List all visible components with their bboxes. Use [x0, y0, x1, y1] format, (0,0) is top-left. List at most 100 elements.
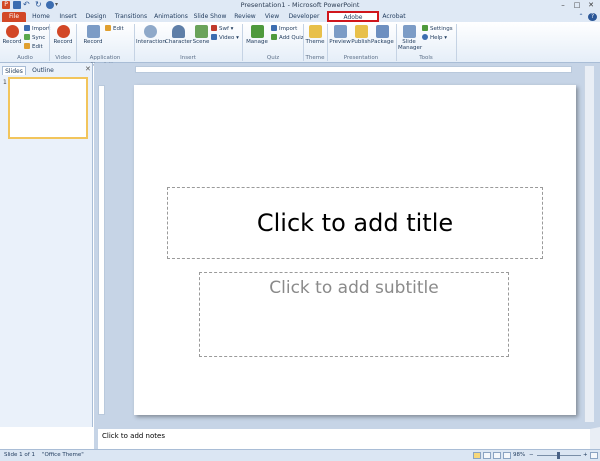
tab-animations[interactable]: Animations: [154, 12, 188, 22]
slide-editor: Click to add title Click to add subtitle: [94, 63, 600, 427]
tab-slides[interactable]: Slides: [2, 66, 26, 75]
scene-label: Scene: [192, 39, 210, 45]
group-presentation: Presentation: [343, 55, 379, 61]
zoom-level[interactable]: 98%: [513, 450, 525, 461]
audio-import-label: Import: [32, 26, 51, 32]
ribbon-separator: [49, 24, 50, 61]
reading-view-icon[interactable]: [493, 452, 501, 459]
group-quiz: Quiz: [266, 55, 280, 61]
ribbon-tabs: File Home Insert Design Transitions Anim…: [0, 11, 600, 31]
swf-button[interactable]: Swf ▾: [211, 25, 233, 33]
ribbon-separator: [242, 24, 243, 61]
package-label: Package: [371, 39, 394, 45]
maximize-button[interactable]: □: [570, 0, 584, 10]
subtitle-placeholder[interactable]: Click to add subtitle: [199, 272, 509, 357]
appsim-record-button[interactable]: Record: [82, 25, 104, 45]
insert-video-label: Video: [219, 35, 235, 41]
tab-view[interactable]: View: [262, 12, 282, 22]
tab-design[interactable]: Design: [84, 12, 108, 22]
publish-icon: [354, 25, 368, 38]
close-button[interactable]: ✕: [584, 0, 598, 10]
ribbon-separator: [396, 24, 397, 61]
theme-icon: [308, 25, 322, 38]
group-application-simulation: Application Simulation: [89, 55, 121, 68]
add-quiz-label: Add Quiz: [279, 35, 304, 41]
character-button[interactable]: Character: [165, 25, 193, 45]
ribbon-separator: [456, 24, 457, 61]
help-icon[interactable]: ?: [588, 13, 597, 21]
window-title: Presentation1 - Microsoft PowerPoint: [240, 1, 360, 9]
group-video: Video: [55, 55, 71, 61]
theme-label: Theme: [305, 39, 325, 45]
zoom-in-icon[interactable]: +: [583, 450, 588, 461]
video-camera-icon: [56, 25, 70, 38]
publish-label: Publish: [351, 39, 371, 45]
insert-video-button[interactable]: Video ▾: [211, 34, 239, 42]
sync-icon: [24, 34, 30, 40]
audio-edit-button[interactable]: Edit: [24, 43, 43, 51]
slide-manager-button[interactable]: Slide Manager: [398, 25, 423, 51]
preview-label: Preview: [329, 39, 351, 45]
screen-record-icon: [86, 25, 100, 38]
audio-record-button[interactable]: Record: [2, 25, 22, 45]
settings-icon: [422, 25, 428, 31]
tab-developer[interactable]: Developer: [286, 12, 322, 22]
video-record-button[interactable]: Record: [52, 25, 74, 45]
slide-canvas[interactable]: Click to add title Click to add subtitle: [134, 85, 576, 415]
tab-transitions[interactable]: Transitions: [113, 12, 149, 22]
scene-icon: [194, 25, 208, 38]
import-icon: [271, 25, 277, 31]
tab-review[interactable]: Review: [233, 12, 257, 22]
appsim-edit-button[interactable]: Edit: [105, 25, 124, 33]
tab-outline[interactable]: Outline: [28, 66, 58, 75]
theme-button[interactable]: Theme: [305, 25, 325, 45]
audio-import-button[interactable]: Import: [24, 25, 50, 33]
tab-slide-show[interactable]: Slide Show: [193, 12, 227, 22]
quiz-manage-button[interactable]: Manage: [245, 25, 269, 45]
audio-record-label: Record: [2, 39, 22, 45]
slide-manager-label-2: Manager: [398, 45, 423, 51]
notes-pane[interactable]: Click to add notes: [94, 427, 600, 449]
character-label: Character: [165, 39, 193, 45]
audio-sync-button[interactable]: Sync: [24, 34, 45, 42]
vertical-scrollbar[interactable]: [584, 66, 594, 422]
help-button[interactable]: Help ▾: [422, 34, 447, 42]
audio-sync-label: Sync: [32, 35, 46, 41]
slide-show-icon[interactable]: [503, 452, 511, 459]
title-placeholder[interactable]: Click to add title: [167, 187, 543, 259]
zoom-slider-thumb[interactable]: [557, 452, 560, 459]
audio-edit-label: Edit: [32, 44, 43, 50]
tab-home[interactable]: Home: [30, 12, 52, 22]
preview-button[interactable]: Preview: [329, 25, 351, 45]
minimize-button[interactable]: –: [556, 0, 570, 10]
interaction-button[interactable]: Interaction: [136, 25, 166, 45]
group-theme: Theme: [305, 55, 325, 61]
group-audio: Audio: [17, 55, 33, 61]
close-pane-icon[interactable]: ✕: [85, 65, 91, 73]
ribbon-minimize-icon[interactable]: ⌃: [577, 12, 585, 22]
slide-count: Slide 1 of 1: [4, 452, 35, 458]
ribbon: Record Import Sync Edit Audio Record Vid…: [0, 22, 600, 68]
settings-button[interactable]: Settings: [422, 25, 453, 33]
swf-label: Swf: [219, 26, 229, 32]
slide-sorter-icon[interactable]: [483, 452, 491, 459]
tab-file[interactable]: File: [2, 12, 26, 22]
group-tools: Tools: [419, 55, 433, 61]
edit-icon: [105, 25, 111, 31]
fit-to-window-icon[interactable]: [590, 452, 598, 459]
tab-acrobat[interactable]: Acrobat: [380, 12, 408, 22]
help-circle-icon: [422, 34, 428, 40]
publish-button[interactable]: Publish: [351, 25, 371, 45]
add-quiz-icon: [271, 34, 277, 40]
vertical-ruler: [98, 85, 105, 415]
quiz-import-button[interactable]: Import: [271, 25, 297, 33]
tab-insert[interactable]: Insert: [56, 12, 80, 22]
package-button[interactable]: Package: [371, 25, 394, 45]
zoom-out-icon[interactable]: −: [529, 450, 534, 461]
slide-manager-icon: [402, 25, 416, 38]
slide-thumbnail[interactable]: [8, 77, 88, 139]
normal-view-icon[interactable]: [473, 452, 481, 459]
scene-button[interactable]: Scene: [192, 25, 210, 45]
add-quiz-button[interactable]: Add Quiz: [271, 34, 304, 42]
interaction-icon: [143, 25, 157, 38]
